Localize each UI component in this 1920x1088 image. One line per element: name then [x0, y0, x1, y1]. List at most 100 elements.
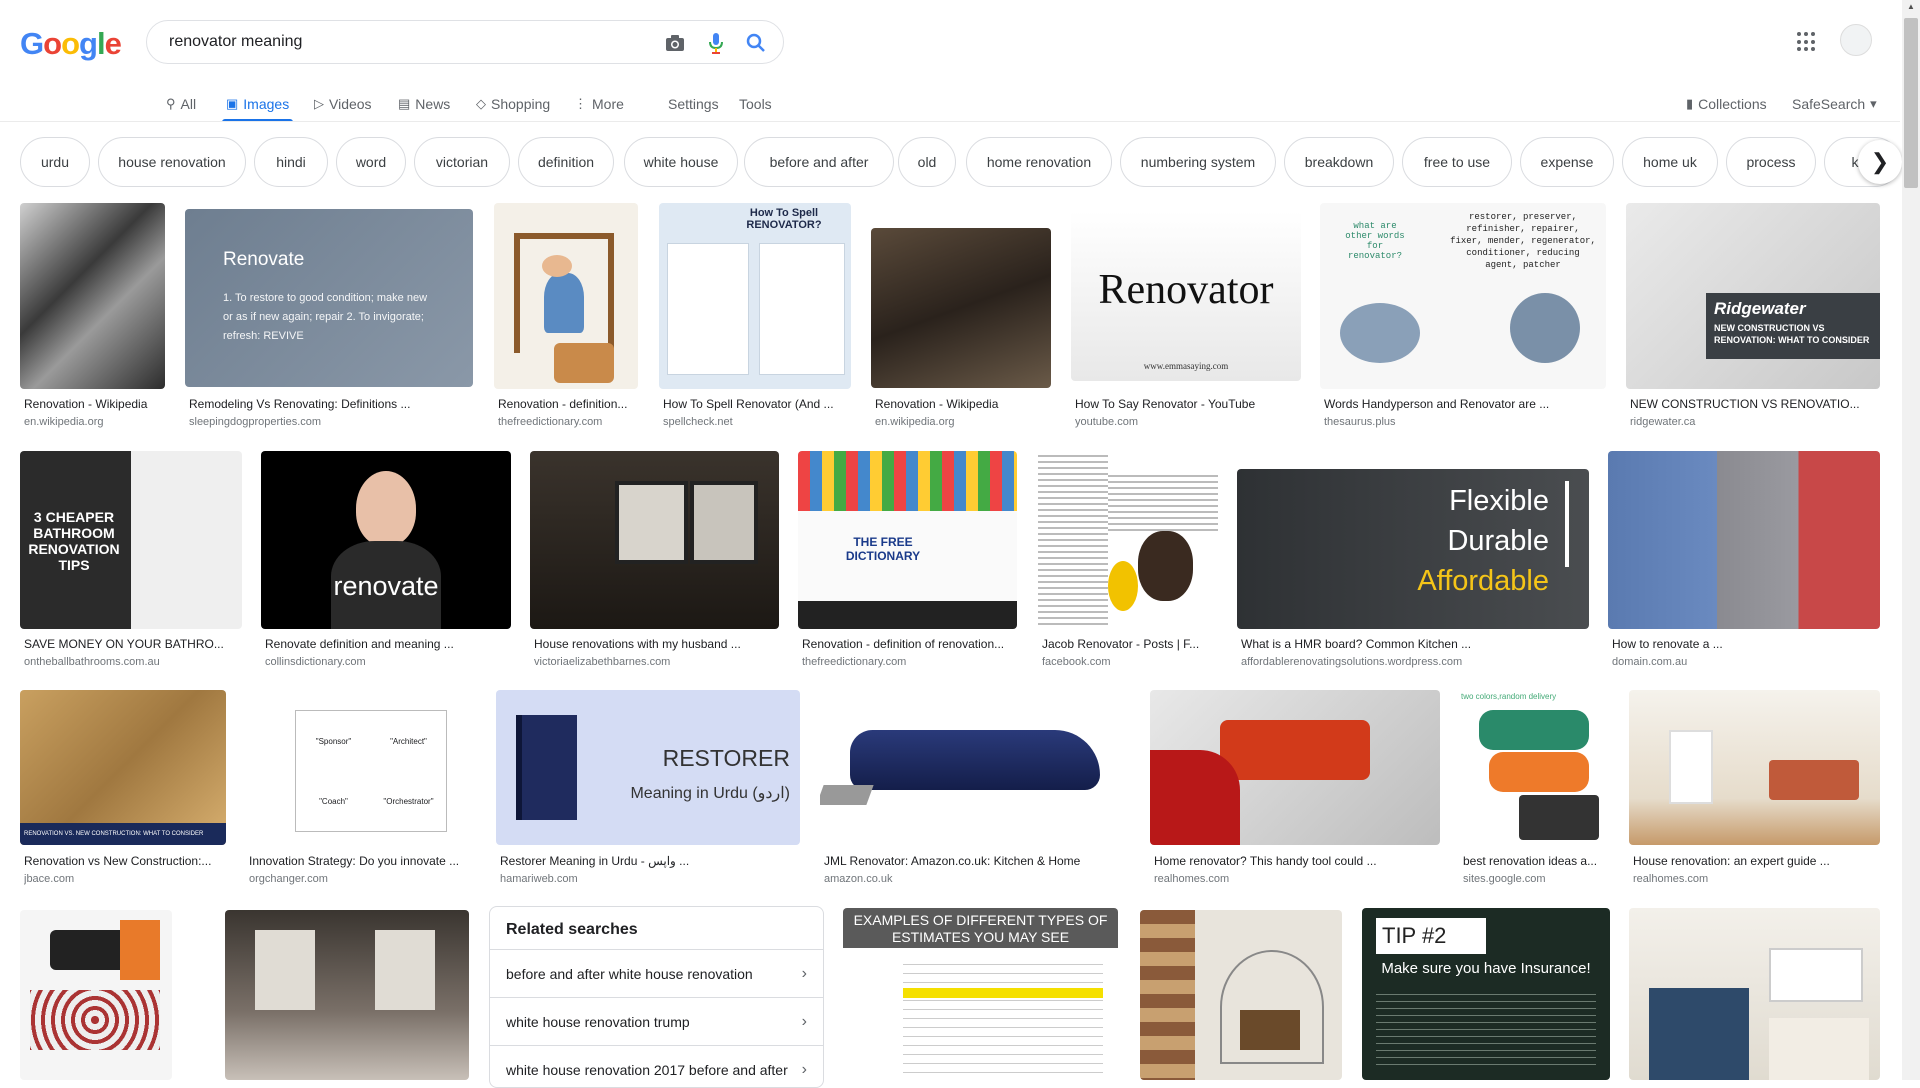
chip[interactable]: house renovation [98, 137, 246, 187]
image-result[interactable]: Renovator www.emmasaying.com How To Say … [1071, 203, 1301, 428]
logo-letter: G [20, 26, 44, 61]
image-result[interactable]: EXAMPLES OF DIFFERENT TYPES OF ESTIMATES… [843, 908, 1118, 1080]
related-search-item[interactable]: white house renovation trump › [490, 997, 823, 1045]
image-result[interactable]: Renovation - Wikipedia en.wikipedia.org [871, 203, 1051, 428]
chip[interactable]: free to use [1402, 137, 1512, 187]
image-result[interactable]: Home renovator? This handy tool could ..… [1150, 690, 1440, 890]
collections-button[interactable]: ▮ Collections [1686, 86, 1767, 122]
image-result[interactable]: 3 CHEAPER BATHROOM RENOVATION TIPS SAVE … [20, 451, 242, 676]
result-thumbnail: RESTORER Meaning in Urdu (اردو) [496, 690, 800, 845]
image-result[interactable]: renovate Renovate definition and meaning… [261, 451, 511, 676]
image-result[interactable]: restorer, preserver, refinisher, repaire… [1320, 203, 1606, 428]
thumbnail-text: 1. To restore to good condition; make ne… [223, 292, 428, 342]
thumbnail-text: NEW CONSTRUCTION VS RENOVATION: WHAT TO … [1714, 323, 1870, 345]
result-thumbnail [494, 203, 638, 389]
image-result[interactable]: House renovations with my husband ... vi… [530, 451, 779, 676]
image-result[interactable]: JML Renovator: Amazon.co.uk: Kitchen & H… [820, 690, 1130, 890]
result-title: Renovation - Wikipedia [24, 397, 148, 411]
safesearch-button[interactable]: SafeSearch ▾ [1792, 86, 1877, 122]
scroll-up-arrow-icon[interactable]: ▲ [1904, 2, 1918, 14]
image-result[interactable] [1629, 908, 1880, 1080]
result-title: How To Spell Renovator (And ... [663, 397, 834, 411]
result-thumbnail: Flexible Durable Affordable [1237, 469, 1589, 629]
tab-settings[interactable]: Settings [668, 86, 719, 122]
tab-news[interactable]: ▤ News [398, 86, 450, 122]
image-result[interactable]: Renovation - definition... thefreedictio… [494, 203, 638, 428]
result-thumbnail: Renovator www.emmasaying.com [1071, 211, 1301, 381]
result-thumbnail [1629, 908, 1880, 1080]
search-icon[interactable] [744, 31, 768, 55]
chip[interactable]: white house [624, 137, 738, 187]
tab-images[interactable]: ▣ Images [221, 86, 294, 122]
tab-label: Images [243, 96, 290, 112]
tag-icon: ◇ [476, 96, 486, 111]
chip[interactable]: urdu [20, 137, 90, 187]
chip[interactable]: word [336, 137, 406, 187]
tab-all[interactable]: ⚲ All [166, 86, 196, 122]
image-result[interactable] [1140, 910, 1342, 1080]
result-thumbnail [1140, 910, 1342, 1080]
chip[interactable]: before and after [744, 137, 894, 187]
related-search-item[interactable]: before and after white house renovation › [490, 949, 823, 997]
tab-more[interactable]: ⋮ More [574, 86, 624, 122]
result-thumbnail: EXAMPLES OF DIFFERENT TYPES OF ESTIMATES… [843, 908, 1118, 1080]
tab-label: Shopping [491, 96, 551, 112]
thumbnail-text: THE FREE DICTIONARY [845, 535, 921, 563]
image-result[interactable]: How to renovate a ... domain.com.au [1608, 451, 1880, 676]
image-result[interactable]: TIP #2 Make sure you have Insurance! [1362, 908, 1610, 1080]
result-thumbnail [871, 228, 1051, 388]
dropdown-arrow-icon: ▾ [1870, 96, 1877, 111]
tab-tools[interactable]: Tools [739, 86, 772, 122]
image-result[interactable]: Ridgewater NEW CONSTRUCTION VS RENOVATIO… [1626, 203, 1880, 428]
chip[interactable]: expense [1520, 137, 1614, 187]
chip[interactable]: definition [518, 137, 614, 187]
mic-icon[interactable] [704, 31, 728, 55]
image-result[interactable]: RESTORER Meaning in Urdu (اردو) Restorer… [496, 690, 800, 890]
image-result[interactable]: RENOVATION VS. NEW CONSTRUCTION: WHAT TO… [20, 690, 226, 890]
chip[interactable]: numbering system [1120, 137, 1276, 187]
search-input[interactable] [167, 32, 641, 52]
result-title: Renovate definition and meaning ... [265, 637, 454, 651]
image-result[interactable]: THE FREE DICTIONARY Renovation - definit… [798, 451, 1017, 676]
thumbnail-text: Ridgewater [1714, 299, 1806, 318]
image-result[interactable]: Renovation - Wikipedia en.wikipedia.org [20, 203, 165, 428]
chevron-right-icon[interactable]: ❯ [1858, 140, 1902, 184]
news-icon: ▤ [398, 96, 411, 111]
result-thumbnail: THE FREE DICTIONARY [798, 451, 1017, 629]
image-result[interactable]: "Sponsor" "Architect" "Coach" "Orchestra… [245, 690, 476, 890]
result-thumbnail [1150, 690, 1440, 845]
chip[interactable]: hindi [254, 137, 328, 187]
result-thumbnail [20, 910, 172, 1080]
result-thumbnail: two colors,random delivery [1459, 690, 1609, 845]
chip[interactable]: victorian [414, 137, 510, 187]
image-result[interactable]: two colors,random delivery best renovati… [1459, 690, 1609, 890]
chip[interactable]: breakdown [1284, 137, 1394, 187]
image-result[interactable]: Renovate 1. To restore to good condition… [185, 203, 473, 428]
result-title: House renovation: an expert guide ... [1633, 854, 1830, 868]
chip[interactable]: process [1726, 137, 1816, 187]
image-result[interactable] [20, 910, 172, 1080]
camera-icon[interactable] [663, 31, 687, 55]
avatar[interactable] [1840, 24, 1872, 56]
result-source: spellcheck.net [663, 416, 733, 428]
google-logo[interactable]: Google [20, 26, 122, 62]
result-source: orgchanger.com [249, 873, 328, 885]
tab-shopping[interactable]: ◇ Shopping [476, 86, 550, 122]
related-search-item[interactable]: white house renovation 2017 before and a… [490, 1045, 823, 1087]
image-result[interactable]: Flexible Durable Affordable What is a HM… [1237, 451, 1589, 676]
related-search-label: white house renovation 2017 before and a… [506, 1061, 788, 1078]
chip[interactable]: home renovation [966, 137, 1112, 187]
result-thumbnail [20, 203, 165, 389]
result-source: realhomes.com [1154, 873, 1230, 885]
scrollbar-thumb[interactable] [1904, 18, 1918, 188]
logo-letter: g [79, 26, 98, 61]
chip[interactable]: old [898, 137, 956, 187]
image-result[interactable]: House renovation: an expert guide ... re… [1629, 690, 1880, 890]
apps-grid-icon[interactable] [1797, 32, 1817, 52]
result-title: House renovations with my husband ... [534, 637, 741, 651]
image-result[interactable]: Jacob Renovator - Posts | F... facebook.… [1038, 451, 1218, 676]
image-result[interactable]: How To Spell RENOVATOR? How To Spell Ren… [659, 203, 851, 428]
tab-videos[interactable]: ▷ Videos [314, 86, 372, 122]
chip[interactable]: home uk [1622, 137, 1718, 187]
image-result[interactable] [225, 910, 469, 1080]
